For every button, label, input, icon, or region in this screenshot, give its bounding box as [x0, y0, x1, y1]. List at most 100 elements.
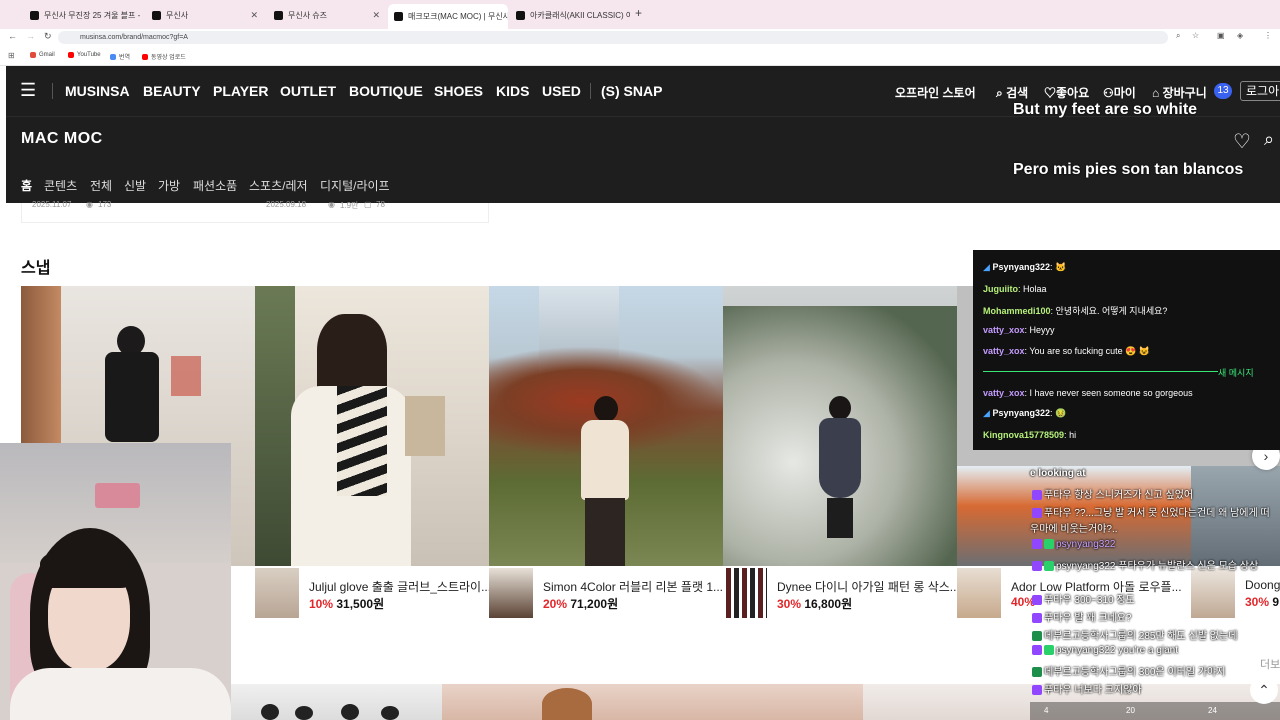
scroll-top-icon[interactable]: ⌃ [1250, 676, 1278, 704]
webcam-object [95, 483, 140, 508]
extension-icon[interactable]: ▣ [1217, 31, 1225, 40]
brand-header: MAC MOC ♡ ⌕ 홈 콘텐츠 전체 신발 가방 패션소품 스포츠/레저 디… [6, 116, 1280, 203]
favicon-icon [394, 12, 403, 21]
snap-photo[interactable] [723, 286, 957, 566]
nav-boutique[interactable]: BOUTIQUE [349, 83, 423, 99]
hamburger-menu-icon[interactable]: ☰ [20, 80, 36, 101]
badge-icon [1044, 645, 1054, 656]
bottom-photo-figure [542, 688, 592, 720]
my-button[interactable]: ⚇마이 [1103, 84, 1136, 101]
forward-icon[interactable]: → [26, 31, 35, 41]
snap-photo-art [171, 356, 201, 396]
zoom-icon[interactable]: ⌕ [1176, 31, 1180, 41]
caption-english: But my feet are so white [1013, 101, 1198, 118]
close-tab-icon[interactable]: ✕ [368, 10, 380, 21]
bottom-photo[interactable] [231, 684, 442, 720]
prime-badge-icon: ◢ [983, 262, 990, 272]
product-card[interactable]: Simon 4Color 러블리 리본 플랫 1... 20% 71,200원 [489, 568, 723, 618]
apps-grid-icon[interactable]: ⊞ [8, 51, 15, 60]
nav-musinsa[interactable]: MUSINSA [65, 83, 130, 99]
offline-store-link[interactable]: 오프라인 스토어 [895, 84, 976, 101]
login-button[interactable]: 로그아 [1240, 81, 1280, 101]
snap-photo[interactable] [255, 286, 489, 566]
snap-photo-plant [255, 286, 295, 566]
search-button[interactable]: ⌕ 검색 [996, 84, 1028, 101]
snap-photo-scarf [337, 386, 387, 496]
twitch-icon [1032, 645, 1042, 656]
nav-beauty[interactable]: BEAUTY [143, 83, 201, 99]
cart-count-badge: 13 [1214, 83, 1232, 99]
brand-search-icon[interactable]: ⌕ [1264, 129, 1274, 150]
nav-snap[interactable]: (S) SNAP [601, 83, 662, 99]
comment-icon: ▢ [364, 200, 372, 209]
overlay-chat-line: psynyang322 푸타우가 뉴발란스 신은 모습 상상 [1032, 557, 1258, 572]
cart-button[interactable]: ⌂ 장바구니 [1152, 84, 1207, 101]
product-card[interactable]: Juljul glove 출출 글러브_스트라이... 10% 31,500원 [255, 568, 491, 618]
caption-spanish: Pero mis pies son tan blancos [1013, 161, 1244, 178]
bottom-photo[interactable] [442, 684, 863, 720]
browser-tab-active[interactable]: 매크모크(MAC MOC) | 무신사✕ [388, 4, 508, 29]
snap-photo-figure [585, 498, 625, 566]
cart-icon: ⌂ [1152, 86, 1160, 100]
nav-outlet[interactable]: OUTLET [280, 83, 336, 99]
bookmark-star-icon[interactable]: ☆ [1192, 31, 1199, 40]
chat-message: Kingnova15778509: hi [983, 430, 1077, 440]
reload-icon[interactable]: ↻ [44, 31, 52, 42]
overlay-chat-line: psynyang322 [1032, 539, 1116, 550]
snap-photo-figure [105, 352, 159, 442]
bookmark-youtube[interactable]: YouTube [68, 52, 101, 58]
brand-logo: MAC MOC [21, 130, 103, 147]
snap-photo-figure [594, 396, 618, 422]
close-tab-icon[interactable]: ✕ [246, 10, 258, 21]
counter-value: 4 [1044, 706, 1049, 715]
nav-kids[interactable]: KIDS [496, 83, 529, 99]
nav-player[interactable]: PLAYER [213, 83, 269, 99]
product-name: Simon 4Color 러블리 리본 플랫 1... [543, 580, 723, 594]
product-card[interactable]: Dynee 다이니 아가일 패턴 롱 삭스... 30% 16,800원 [723, 568, 960, 618]
twitch-icon [1032, 613, 1042, 624]
overlay-chat-line: 데부르고등학사그룹의 285만 해도 신발 없는데 [1032, 627, 1237, 642]
snap-photo-figure [827, 498, 853, 538]
snap-photo-art [405, 396, 445, 456]
brand-tab-home[interactable]: 홈 [21, 177, 32, 194]
snap-photo[interactable] [489, 286, 723, 566]
browser-tab[interactable]: 무신사 무진장 25 겨울 블프 - 최✕ [24, 5, 142, 25]
browser-tab[interactable]: 무신사 ✕ [146, 5, 264, 25]
bookmark-translate[interactable]: 번역 [110, 52, 130, 61]
back-icon[interactable]: ← [8, 31, 17, 41]
webcam-overlay [0, 443, 231, 720]
views-eye-icon: ◉ [328, 200, 335, 209]
brand-tab-digital[interactable]: 디지털/라이프 [320, 177, 390, 194]
bottom-photo-figure [261, 704, 279, 720]
chat-message: vatty_xox: You are so fucking cute 😍 😺 [983, 346, 1151, 356]
brand-tab-bag[interactable]: 가방 [158, 177, 180, 194]
overlay-chat-line: 데부르고등학사그룹의 300은 이터일 가야지 [1032, 663, 1225, 678]
nav-used[interactable]: USED [542, 83, 581, 99]
nav-divider [590, 83, 591, 99]
brand-tab-shoes[interactable]: 신발 [124, 177, 146, 194]
like-button[interactable]: ♡좋아요 [1044, 84, 1089, 101]
url-field[interactable]: musinsa.com/brand/macmoc?gf=A [58, 31, 1168, 44]
gmail-icon [30, 52, 36, 58]
views-eye-icon: ◉ [86, 200, 93, 209]
brand-tab-accessories[interactable]: 패션소품 [193, 177, 237, 194]
menu-icon[interactable]: ⋮ [1264, 31, 1272, 40]
favicon-icon [516, 10, 525, 20]
browser-tab[interactable]: 무신사 슈즈 ✕ [268, 5, 386, 25]
nav-divider [52, 83, 53, 99]
bookmark-gmail[interactable]: Gmail [30, 52, 55, 58]
nav-shoes[interactable]: SHOES [434, 83, 483, 99]
overlay-chat-line: e looking at [1030, 468, 1086, 479]
brand-tab-content[interactable]: 콘텐츠 [44, 177, 77, 194]
new-tab-button[interactable]: + [635, 6, 642, 20]
favicon-icon [274, 10, 283, 20]
extensions-puzzle-icon[interactable]: ◈ [1237, 31, 1243, 40]
brand-tab-all[interactable]: 전체 [90, 177, 112, 194]
chat-message: ◢ Psynyang322: 🐱 [983, 262, 1067, 272]
browser-tab[interactable]: 아카클래식(AKII CLASSIC) 여기✕ [510, 5, 630, 25]
webcam-person-clothes [10, 668, 231, 720]
product-price: 30% 16,800원 [777, 597, 853, 611]
brand-like-heart-icon[interactable]: ♡ [1233, 129, 1251, 154]
bookmark-upload[interactable]: 동영상 업로드 [142, 52, 186, 61]
brand-tab-sports[interactable]: 스포츠/레저 [249, 177, 308, 194]
